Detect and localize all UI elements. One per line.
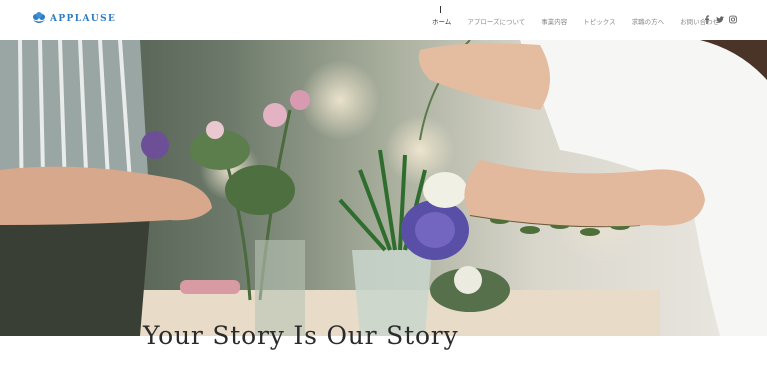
nav-item-recruit[interactable]: 求職の方へ	[632, 16, 665, 26]
site-header: APPLAUSE ホーム アプローズについて 事業内容 トピックス 求職の方へ …	[0, 0, 767, 40]
social-links	[703, 15, 737, 24]
main-nav: ホーム アプローズについて 事業内容 トピックス 求職の方へ お問い合わせ	[432, 6, 735, 26]
twitter-icon[interactable]	[716, 15, 724, 24]
nav-item-topics[interactable]: トピックス	[583, 16, 615, 26]
facebook-icon[interactable]	[703, 15, 711, 24]
instagram-icon[interactable]	[729, 15, 737, 24]
nav-item-home[interactable]: ホーム	[432, 6, 451, 26]
hero-tagline: Your Story Is Our Story	[143, 321, 459, 350]
logo-text: APPLAUSE	[50, 14, 117, 24]
nav-item-business[interactable]: 事業内容	[541, 16, 567, 26]
flower-arrangement-photo	[0, 40, 767, 336]
site-logo[interactable]: APPLAUSE	[31, 11, 116, 27]
nav-item-about[interactable]: アプローズについて	[467, 16, 525, 26]
flower-logo-icon	[31, 11, 47, 27]
hero-image	[0, 40, 767, 336]
